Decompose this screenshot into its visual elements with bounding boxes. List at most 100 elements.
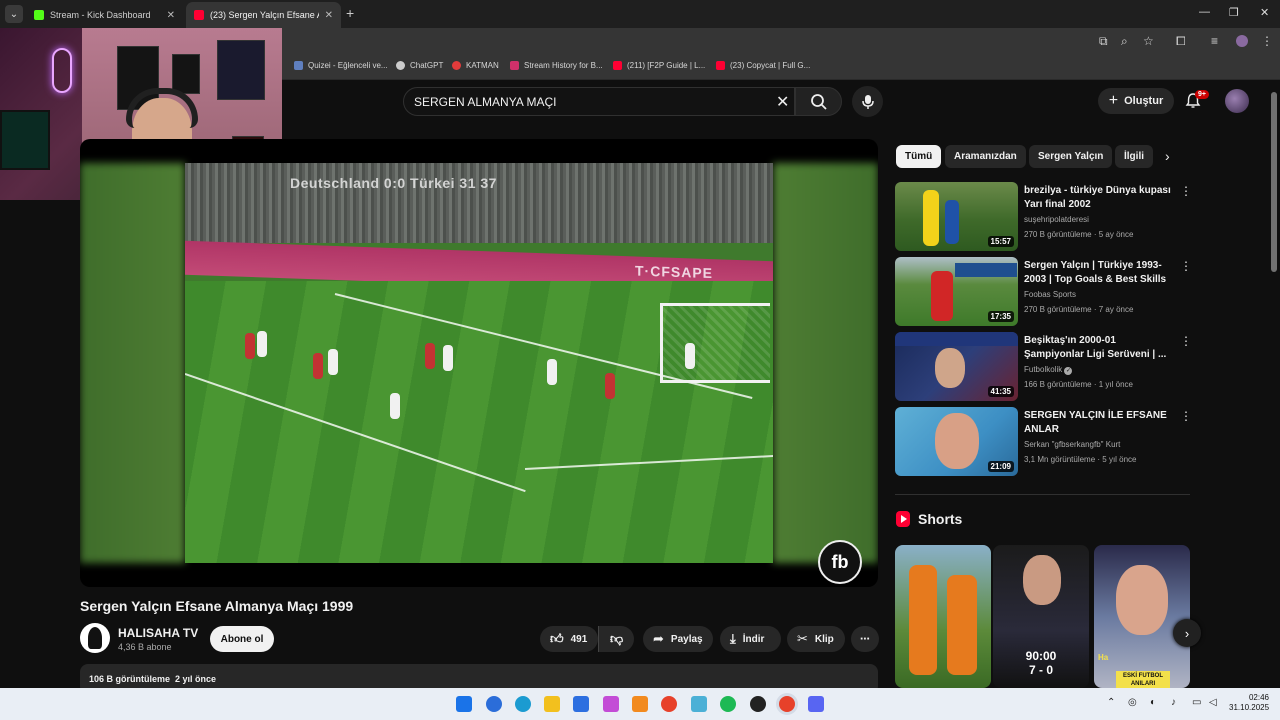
short-video[interactable] <box>895 545 991 688</box>
chip-from-search[interactable]: Aramanızdan <box>945 145 1026 168</box>
create-button[interactable]: + Oluştur <box>1098 88 1174 114</box>
extensions-icon[interactable]: ⧠ <box>1176 34 1186 49</box>
recommended-video-title[interactable]: Beşiktaş'ın 2000-01 Şampiyonlar Ligi Ser… <box>1024 334 1174 362</box>
bookmark-item[interactable]: (23) Copycat | Full G... <box>716 61 810 70</box>
download-icon: ⤓ <box>730 631 736 646</box>
shorts-next-button[interactable]: › <box>1173 619 1201 647</box>
video-player[interactable]: Deutschland 0:0 Türkei 31 37 T·CFSAPE fb <box>80 139 878 587</box>
more-vertical-icon[interactable]: ⋮ <box>1180 184 1192 198</box>
more-vertical-icon[interactable]: ⋮ <box>1180 259 1192 273</box>
recommended-video-title[interactable]: Sergen Yalçın | Türkiye 1993-2003 | Top … <box>1024 259 1174 287</box>
dislike-button[interactable]: 👎︎ <box>598 626 634 652</box>
recommended-video[interactable]: 21:09 SERGEN YALÇIN İLE EFSANE ANLAR Ser… <box>895 407 1195 477</box>
app-icon[interactable] <box>691 696 707 712</box>
voice-search-button[interactable] <box>852 86 883 117</box>
wall-poster <box>217 40 265 100</box>
clock-time: 02:46 <box>1248 693 1269 702</box>
volume-icon[interactable]: ◁ <box>1209 697 1217 708</box>
more-actions-button[interactable]: ⋯ <box>851 626 879 652</box>
recommended-channel[interactable]: Foobas Sports <box>1024 290 1076 299</box>
profile-avatar-icon[interactable] <box>1236 35 1248 47</box>
video-thumbnail[interactable]: 17:35 <box>895 257 1018 326</box>
channel-avatar[interactable] <box>80 623 110 653</box>
recommended-video[interactable]: 41:35 Beşiktaş'ın 2000-01 Şampiyonlar Li… <box>895 332 1195 402</box>
page-scrollbar[interactable] <box>1271 92 1277 272</box>
chevron-up-icon[interactable]: ⌃ <box>1107 697 1115 708</box>
more-vertical-icon[interactable]: ⋮ <box>1180 334 1192 348</box>
plus-icon: + <box>1108 92 1119 109</box>
media-controls-icon[interactable]: ≡ <box>1211 34 1218 48</box>
network-icon[interactable]: ▭ <box>1192 697 1201 708</box>
browser-tab-kick[interactable]: Stream - Kick Dashboard ✕ <box>26 2 183 28</box>
football-player <box>313 353 323 379</box>
obs-icon[interactable] <box>750 696 766 712</box>
bookmark-label: KATMAN <box>466 61 499 70</box>
football-player <box>257 331 267 357</box>
install-app-icon[interactable]: ⧉ <box>1099 34 1108 49</box>
chip-sergen-yalcin[interactable]: Sergen Yalçın <box>1029 145 1113 168</box>
recommended-channel[interactable]: Serkan "gfbserkangfb" Kurt <box>1024 440 1120 449</box>
thumbs-up-icon: 👍︎ <box>550 631 564 646</box>
chevron-right-icon[interactable]: › <box>1165 148 1170 164</box>
chip-all[interactable]: Tümü <box>896 145 942 168</box>
recommended-video-title[interactable]: brezilya - türkiye Dünya kupası Yarı fin… <box>1024 184 1174 212</box>
close-window-icon[interactable]: ✕ <box>1260 6 1269 19</box>
discord-icon[interactable] <box>808 696 824 712</box>
browser-menu-icon[interactable]: ⋮ <box>1261 34 1273 48</box>
clear-search-icon[interactable]: ✕ <box>776 92 789 112</box>
app-icon[interactable] <box>486 696 502 712</box>
chrome-icon[interactable] <box>661 696 677 712</box>
video-thumbnail[interactable]: 41:35 <box>895 332 1018 401</box>
bookmark-item[interactable]: Quizei - Eğlenceli ve... <box>294 61 388 70</box>
vlc-icon[interactable] <box>632 696 648 712</box>
windows-start-icon[interactable] <box>456 696 472 712</box>
share-button[interactable]: ➦ Paylaş <box>643 626 713 652</box>
close-tab-icon[interactable]: ✕ <box>325 10 333 21</box>
short-video[interactable]: Ha ESKİ FUTBOL ANILARI <box>1094 545 1190 688</box>
tray-app-icon[interactable]: ◐ <box>1150 697 1156 708</box>
chrome-icon[interactable] <box>779 696 795 712</box>
chip-related[interactable]: İlgili <box>1115 145 1153 168</box>
app-icon[interactable] <box>603 696 619 712</box>
microphone-icon[interactable]: ♪ <box>1171 697 1176 708</box>
video-thumbnail[interactable]: 15:57 <box>895 182 1018 251</box>
search-button[interactable] <box>795 87 842 116</box>
short-video[interactable]: 90:00 7 - 0 <box>993 545 1089 688</box>
store-icon[interactable] <box>573 696 589 712</box>
file-explorer-icon[interactable] <box>544 696 560 712</box>
tray-app-icon[interactable]: ◎ <box>1128 697 1137 708</box>
shorts-header: Shorts <box>896 511 962 527</box>
recommended-video[interactable]: 17:35 Sergen Yalçın | Türkiye 1993-2003 … <box>895 257 1195 327</box>
restore-icon[interactable]: ❐ <box>1229 6 1239 19</box>
spotify-icon[interactable] <box>720 696 736 712</box>
like-button[interactable]: 👍︎ 491 <box>540 626 598 652</box>
tab-title: Stream - Kick Dashboard <box>50 10 151 20</box>
share-label: Paylaş <box>670 633 703 645</box>
recommended-channel[interactable]: Futbolkolik ✓ <box>1024 365 1073 375</box>
minimize-icon[interactable]: — <box>1199 6 1210 18</box>
bookmark-item[interactable]: KATMAN <box>452 61 499 70</box>
video-thumbnail[interactable]: 21:09 <box>895 407 1018 476</box>
new-tab-icon[interactable]: + <box>346 5 354 21</box>
channel-name[interactable]: HALISAHA TV <box>118 626 198 640</box>
download-button[interactable]: ⤓ İndir <box>720 626 781 652</box>
search-input[interactable]: SERGEN ALMANYA MAÇI <box>403 87 795 116</box>
edge-icon[interactable] <box>515 696 531 712</box>
browser-tab-youtube[interactable]: (23) Sergen Yalçın Efsane Alman ✕ <box>186 2 341 28</box>
tab-search-menu-button[interactable]: ⌄ <box>5 5 23 23</box>
bookmark-star-icon[interactable]: ☆ <box>1143 34 1154 48</box>
recommended-video[interactable]: 15:57 brezilya - türkiye Dünya kupası Ya… <box>895 182 1195 252</box>
subscriber-count: 4,36 B abone <box>118 642 172 652</box>
bookmark-item[interactable]: Stream History for B... <box>510 61 603 70</box>
system-clock[interactable]: 02:46 31.10.2025 <box>1229 693 1269 713</box>
bookmark-item[interactable]: ChatGPT <box>396 61 443 70</box>
bookmark-item[interactable]: (211) [F2P Guide | L... <box>613 61 705 70</box>
clip-button[interactable]: ✂ Klip <box>787 626 845 652</box>
recommended-channel[interactable]: suşehripolatderesi <box>1024 215 1089 224</box>
subscribe-button[interactable]: Abone ol <box>210 626 274 652</box>
recommended-video-title[interactable]: SERGEN YALÇIN İLE EFSANE ANLAR <box>1024 409 1174 437</box>
close-tab-icon[interactable]: ✕ <box>167 10 175 21</box>
account-avatar[interactable] <box>1225 89 1249 113</box>
zoom-icon[interactable]: ⌕ <box>1121 34 1128 49</box>
more-vertical-icon[interactable]: ⋮ <box>1180 409 1192 423</box>
